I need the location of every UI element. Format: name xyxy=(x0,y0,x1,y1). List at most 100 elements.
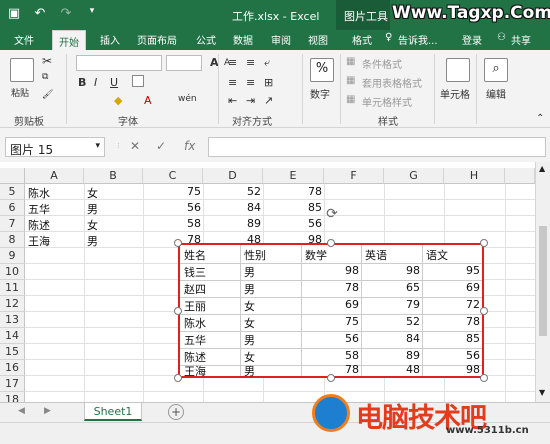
phonetic-icon[interactable]: wén xyxy=(178,94,197,104)
cell[interactable]: 女 xyxy=(87,217,98,233)
cell[interactable]: 78 xyxy=(263,185,322,198)
resize-handle[interactable] xyxy=(327,239,335,247)
resize-handle[interactable] xyxy=(480,374,488,382)
cell[interactable]: 王海 xyxy=(28,233,50,249)
cell[interactable]: 陈水 xyxy=(28,185,50,201)
format-as-table-icon[interactable]: ▦ xyxy=(346,75,355,86)
row-header[interactable]: 6 xyxy=(0,200,25,216)
row-header[interactable]: 7 xyxy=(0,216,25,232)
copy-icon[interactable]: ⧉ xyxy=(42,72,48,82)
column-header[interactable]: D xyxy=(203,168,263,184)
tab-page-layout[interactable]: 页面布局 xyxy=(137,32,177,47)
resize-handle[interactable] xyxy=(174,307,182,315)
font-color-icon[interactable]: A xyxy=(144,94,152,107)
align-middle-icon[interactable]: ≡ xyxy=(246,56,255,69)
resize-handle[interactable] xyxy=(327,374,335,382)
outdent-icon[interactable]: ⇥ xyxy=(246,94,255,107)
sheet-tab-sheet1[interactable]: Sheet1 xyxy=(84,403,142,421)
select-all-corner[interactable] xyxy=(0,168,25,184)
cell[interactable]: 男 xyxy=(87,233,98,249)
bold-button[interactable]: B xyxy=(78,76,86,89)
row-header[interactable]: 18 xyxy=(0,392,25,402)
orientation-icon[interactable]: ↗ xyxy=(264,94,273,107)
column-header[interactable]: A xyxy=(25,168,84,184)
column-header[interactable]: E xyxy=(263,168,324,184)
tab-data[interactable]: 数据 xyxy=(233,32,253,47)
tab-formulas[interactable]: 公式 xyxy=(196,32,216,47)
number-format-button[interactable]: 数字 xyxy=(310,86,330,101)
indent-icon[interactable]: ⇤ xyxy=(228,94,237,107)
conditional-formatting-button[interactable]: 条件格式 xyxy=(362,56,402,71)
rotate-handle-icon[interactable]: ⟳ xyxy=(324,206,340,222)
chevron-down-icon[interactable]: ▾ xyxy=(95,141,100,151)
row-header[interactable]: 15 xyxy=(0,344,25,360)
row-header[interactable]: 17 xyxy=(0,376,25,392)
tab-view[interactable]: 视图 xyxy=(308,32,328,47)
column-header[interactable]: B xyxy=(84,168,143,184)
cancel-button[interactable]: ✕ xyxy=(130,139,140,153)
conditional-formatting-icon[interactable]: ▦ xyxy=(346,56,355,67)
next-sheet-icon[interactable]: ▶ xyxy=(44,406,51,416)
insert-function-button[interactable]: fx xyxy=(184,139,195,153)
undo-icon[interactable]: ↶ xyxy=(32,6,48,21)
fill-color-icon[interactable]: ◆ xyxy=(114,94,122,107)
resize-handle[interactable] xyxy=(480,307,488,315)
sign-in-link[interactable]: 登录 xyxy=(462,32,482,47)
cell[interactable]: 陈述 xyxy=(28,217,50,233)
tab-format[interactable]: 格式 xyxy=(352,32,372,47)
share-button[interactable]: 共享 xyxy=(511,32,531,47)
wrap-text-icon[interactable]: ⤶ xyxy=(264,56,270,70)
enter-button[interactable]: ✓ xyxy=(156,139,166,153)
cells-button[interactable]: 单元格 xyxy=(440,86,470,101)
collapse-ribbon-icon[interactable]: ⌃ xyxy=(536,113,544,124)
redo-icon[interactable]: ↷ xyxy=(58,6,74,21)
search-icon[interactable]: ⌕ xyxy=(484,58,508,82)
row-header[interactable]: 5 xyxy=(0,184,25,200)
vertical-scrollbar[interactable]: ▲ ▼ xyxy=(535,162,550,402)
column-header[interactable]: G xyxy=(384,168,444,184)
cell[interactable]: 女 xyxy=(87,185,98,201)
tab-file[interactable]: 文件 xyxy=(14,32,34,47)
row-header[interactable]: 16 xyxy=(0,360,25,376)
row-header[interactable]: 13 xyxy=(0,312,25,328)
font-size-combo[interactable] xyxy=(166,55,202,71)
editing-button[interactable]: 编辑 xyxy=(486,86,506,101)
italic-button[interactable]: I xyxy=(94,76,97,89)
cell[interactable]: 52 xyxy=(203,185,261,198)
cell[interactable]: 75 xyxy=(143,185,201,198)
column-header[interactable]: H xyxy=(444,168,505,184)
formula-input[interactable] xyxy=(208,137,546,157)
column-header[interactable]: F xyxy=(324,168,384,184)
cell[interactable]: 58 xyxy=(143,217,201,230)
paste-button[interactable]: 粘贴 xyxy=(11,86,29,99)
cell-styles-icon[interactable]: ▦ xyxy=(346,94,355,105)
column-header-overflow[interactable] xyxy=(505,168,535,184)
row-header[interactable]: 14 xyxy=(0,328,25,344)
cell[interactable]: 89 xyxy=(203,217,261,230)
cell[interactable]: 85 xyxy=(263,201,322,214)
scroll-down-icon[interactable]: ▼ xyxy=(539,388,545,397)
name-box[interactable]: 图片 15 ▾ xyxy=(5,137,105,157)
resize-handle[interactable] xyxy=(174,239,182,247)
border-icon[interactable] xyxy=(132,75,144,87)
align-center-icon[interactable]: ≡ xyxy=(246,76,255,89)
add-sheet-button[interactable]: + xyxy=(168,404,184,420)
percent-icon[interactable]: % xyxy=(310,58,334,82)
row-header[interactable]: 9 xyxy=(0,248,25,264)
row-header[interactable]: 10 xyxy=(0,264,25,280)
cells-icon[interactable] xyxy=(446,58,470,82)
cut-icon[interactable]: ✂ xyxy=(42,54,52,68)
resize-handle[interactable] xyxy=(174,374,182,382)
prev-sheet-icon[interactable]: ◀ xyxy=(18,406,25,416)
font-name-combo[interactable] xyxy=(76,55,162,71)
cell[interactable]: 56 xyxy=(143,201,201,214)
row-header[interactable]: 11 xyxy=(0,280,25,296)
row-header[interactable]: 12 xyxy=(0,296,25,312)
row-header[interactable]: 8 xyxy=(0,232,25,248)
tell-me-box[interactable]: 告诉我... xyxy=(398,32,438,47)
pasted-picture[interactable]: 姓名 性别 数学 英语 语文 钱三 男 98 98 95 赵四 男 78 65 … xyxy=(178,243,484,378)
tab-home[interactable]: 开始 xyxy=(52,30,86,50)
paste-icon[interactable] xyxy=(10,58,34,82)
merge-cells-icon[interactable]: ⊞ xyxy=(264,76,273,89)
customize-qat-icon[interactable]: ▾ xyxy=(84,6,100,21)
